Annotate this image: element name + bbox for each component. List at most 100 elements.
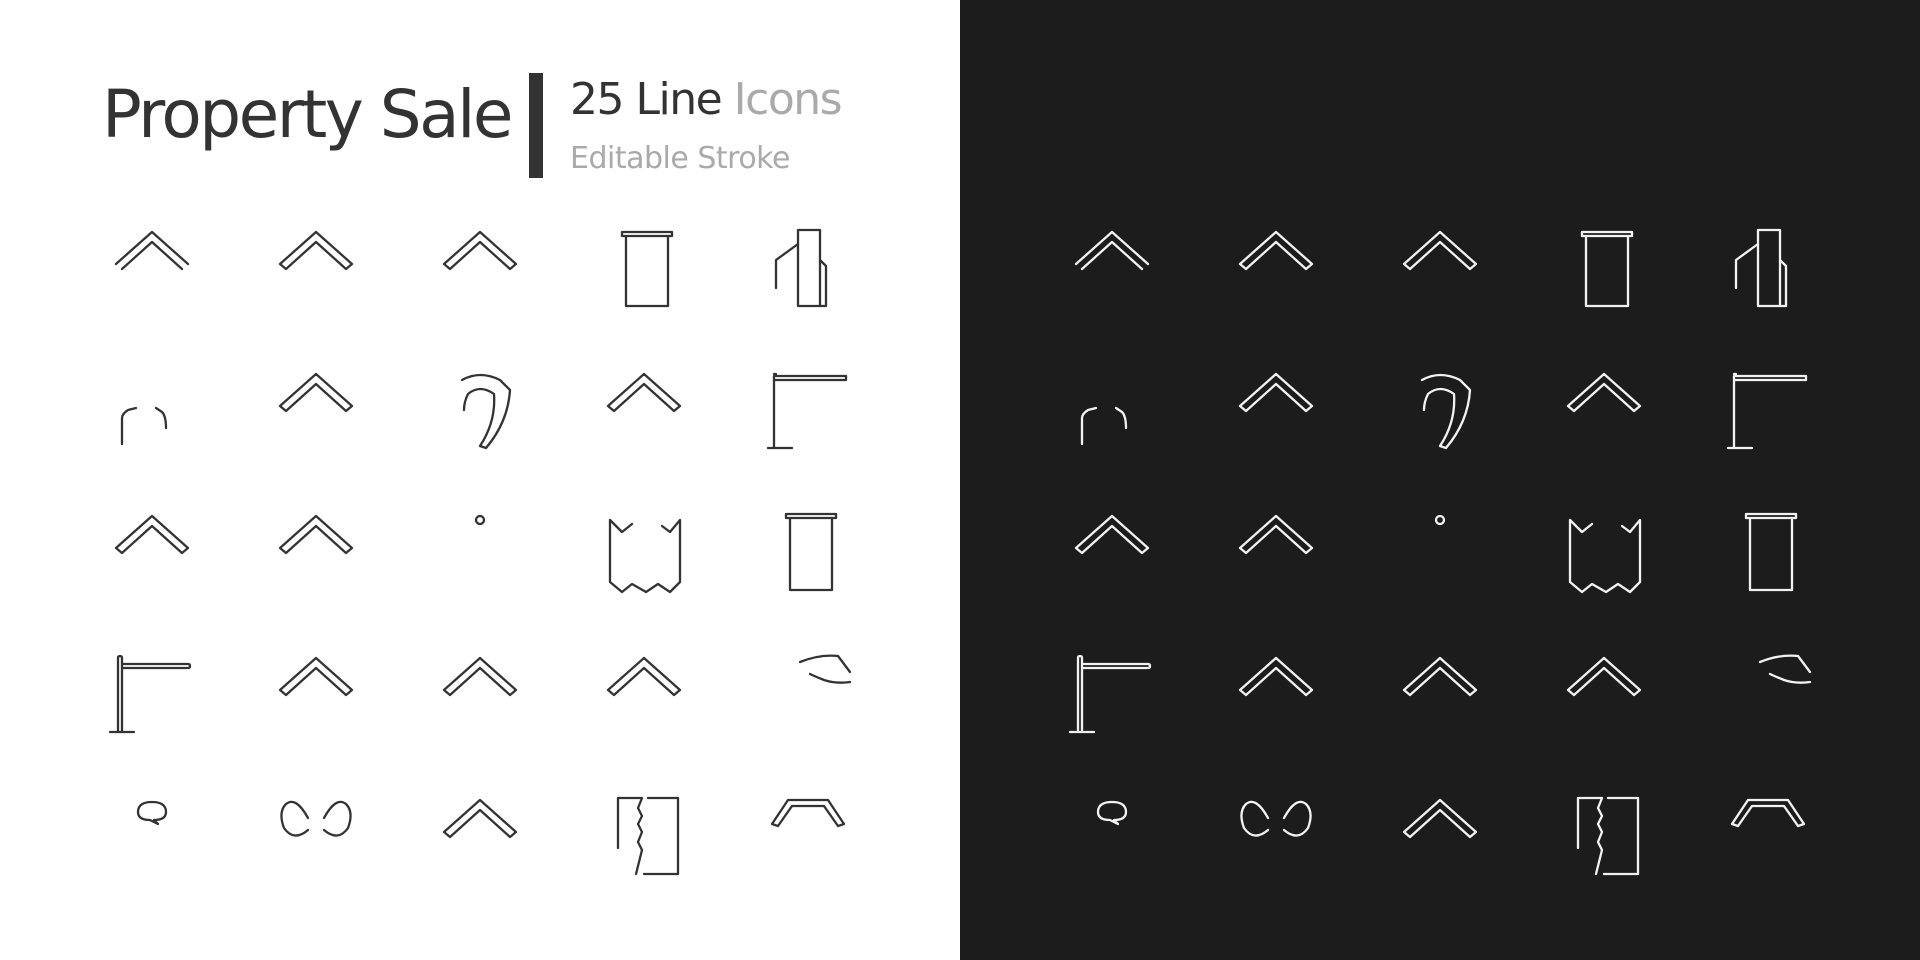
online-house-purchase-icon-graphic: $: [1566, 656, 1642, 697]
property-division-contract-icon: $: [596, 788, 692, 884]
house-renovation-money-icon-graphic: $: [278, 372, 354, 413]
house-marriage-rings-icon-graphic: [442, 230, 518, 271]
house-renovation-money-icon: $: [268, 362, 364, 458]
property-location-price-icon-graphic: $: [442, 656, 518, 697]
commercial-property-sale-icon-graphic: $: [774, 228, 828, 308]
couple-house-budget-icon-graphic: $: [1096, 800, 1128, 826]
couple-house-budget-icon: $: [104, 788, 200, 884]
apartment-sale-key-icon: $: [1556, 220, 1652, 316]
house-market-chart-icon-graphic: $: [442, 798, 518, 839]
house-mortgage-rate-icon-graphic: %: [278, 656, 354, 697]
property-price-comparison-icon: $ $: [432, 504, 528, 600]
property-division-contract-icon-graphic: $: [1576, 796, 1640, 876]
real-estate-sign-icon-graphic: $: [1068, 654, 1152, 734]
property-deposit-icon-graphic: $: [798, 654, 852, 684]
for-sale-signboard-icon-graphic: $: [766, 372, 848, 450]
house-deal-handshake-icon: $: [104, 220, 200, 316]
house-upgrade-trade-icon: $: [760, 788, 856, 884]
house-upgrade-trade-icon-graphic: $: [770, 798, 846, 828]
commercial-property-sale-icon-graphic: $: [1734, 228, 1788, 308]
house-price-search-icon-graphic: $: [278, 230, 354, 271]
property-deposit-icon: $: [760, 646, 856, 742]
property-location-map-icon-graphic: $: [1568, 518, 1642, 594]
house-deal-handshake-icon-graphic: $: [1074, 230, 1150, 271]
building-inspection-icon-graphic: [784, 512, 838, 592]
apartment-sale-key-icon: $: [596, 220, 692, 316]
real-estate-agent-icon: [1064, 362, 1160, 458]
house-mortgage-rate-icon-graphic: %: [1238, 656, 1314, 697]
property-location-map-icon: $: [596, 504, 692, 600]
apartment-sale-key-icon-graphic: $: [1580, 230, 1634, 308]
house-renovation-money-icon-graphic: $: [1238, 372, 1314, 413]
real-estate-sign-icon: $: [104, 646, 200, 742]
property-price-comparison-icon: $ $: [1392, 504, 1488, 600]
house-gift-icon-graphic: [280, 800, 352, 837]
house-market-chart-icon: $: [1392, 788, 1488, 884]
real-estate-agent-icon-graphic: [1080, 406, 1128, 446]
property-deposit-icon-graphic: $: [1758, 654, 1812, 684]
building-inspection-icon: [760, 504, 856, 600]
property-price-comparison-icon-graphic: $ $: [474, 514, 486, 526]
real-estate-sign-icon-graphic: $: [108, 654, 192, 734]
house-mortgage-rate-icon: %: [1228, 646, 1324, 742]
icon-grid-dark: $ $ $ $ $ $ $ $ %: [960, 0, 1920, 960]
real-estate-agent-icon: [104, 362, 200, 458]
mortgage-rate-time-icon-graphic: %: [114, 514, 190, 555]
house-gift-icon: [1228, 788, 1324, 884]
property-insurance-sign-icon-graphic: $: [1420, 373, 1472, 450]
real-estate-agent-icon-graphic: [120, 406, 168, 446]
property-deposit-icon: $: [1720, 646, 1816, 742]
dark-theme-panel: $ $ $ $ $ $ $ $ %: [960, 0, 1920, 960]
house-deal-handshake-icon-graphic: $: [114, 230, 190, 271]
online-house-purchase-icon-graphic: $: [606, 656, 682, 697]
house-gift-icon-graphic: [1240, 800, 1312, 837]
house-price-search-icon: $: [1228, 220, 1324, 316]
house-upgrade-trade-icon: $: [1720, 788, 1816, 884]
couple-house-budget-icon-graphic: $: [136, 800, 168, 826]
property-location-map-icon-graphic: $: [608, 518, 682, 594]
mortgage-rate-time-icon-graphic: %: [1074, 514, 1150, 555]
mortgage-rate-time-icon: %: [104, 504, 200, 600]
house-value-growth-icon-graphic: $: [1238, 514, 1314, 555]
property-division-contract-icon: $: [1556, 788, 1652, 884]
couple-house-budget-icon: $: [1064, 788, 1160, 884]
house-price-cut-icon: $: [596, 362, 692, 458]
for-sale-signboard-icon: $: [760, 362, 856, 458]
for-sale-signboard-icon: $: [1720, 362, 1816, 458]
building-inspection-icon-graphic: [1744, 512, 1798, 592]
house-upgrade-trade-icon-graphic: $: [1730, 798, 1806, 828]
house-marriage-rings-icon: [432, 220, 528, 316]
online-house-purchase-icon: $: [1556, 646, 1652, 742]
house-deal-handshake-icon: $: [1064, 220, 1160, 316]
house-value-growth-icon-graphic: $: [278, 514, 354, 555]
online-house-purchase-icon: $: [596, 646, 692, 742]
house-value-growth-icon: $: [1228, 504, 1324, 600]
commercial-property-sale-icon: $: [1720, 220, 1816, 316]
property-price-comparison-icon-graphic: $ $: [1434, 514, 1446, 526]
house-marriage-rings-icon-graphic: [1402, 230, 1478, 271]
building-inspection-icon: [1720, 504, 1816, 600]
house-price-search-icon: $: [268, 220, 364, 316]
house-gift-icon: [268, 788, 364, 884]
real-estate-sign-icon: $: [1064, 646, 1160, 742]
property-location-price-icon: $: [1392, 646, 1488, 742]
house-renovation-money-icon: $: [1228, 362, 1324, 458]
icon-grid-light: $ $ $ $ $ $ $ $ %: [0, 0, 960, 960]
property-insurance-sign-icon: $: [1392, 362, 1488, 458]
commercial-property-sale-icon: $: [760, 220, 856, 316]
property-location-map-icon: $: [1556, 504, 1652, 600]
house-market-chart-icon-graphic: $: [1402, 798, 1478, 839]
light-theme-panel: Property Sale 25 Line Icons Editable Str…: [0, 0, 960, 960]
property-insurance-sign-icon-graphic: $: [460, 373, 512, 450]
property-division-contract-icon-graphic: $: [616, 796, 680, 876]
property-location-price-icon-graphic: $: [1402, 656, 1478, 697]
house-marriage-rings-icon: [1392, 220, 1488, 316]
house-price-cut-icon-graphic: $: [1566, 372, 1642, 413]
house-market-chart-icon: $: [432, 788, 528, 884]
house-price-search-icon-graphic: $: [1238, 230, 1314, 271]
property-insurance-sign-icon: $: [432, 362, 528, 458]
house-price-cut-icon: $: [1556, 362, 1652, 458]
house-price-cut-icon-graphic: $: [606, 372, 682, 413]
property-location-price-icon: $: [432, 646, 528, 742]
house-mortgage-rate-icon: %: [268, 646, 364, 742]
